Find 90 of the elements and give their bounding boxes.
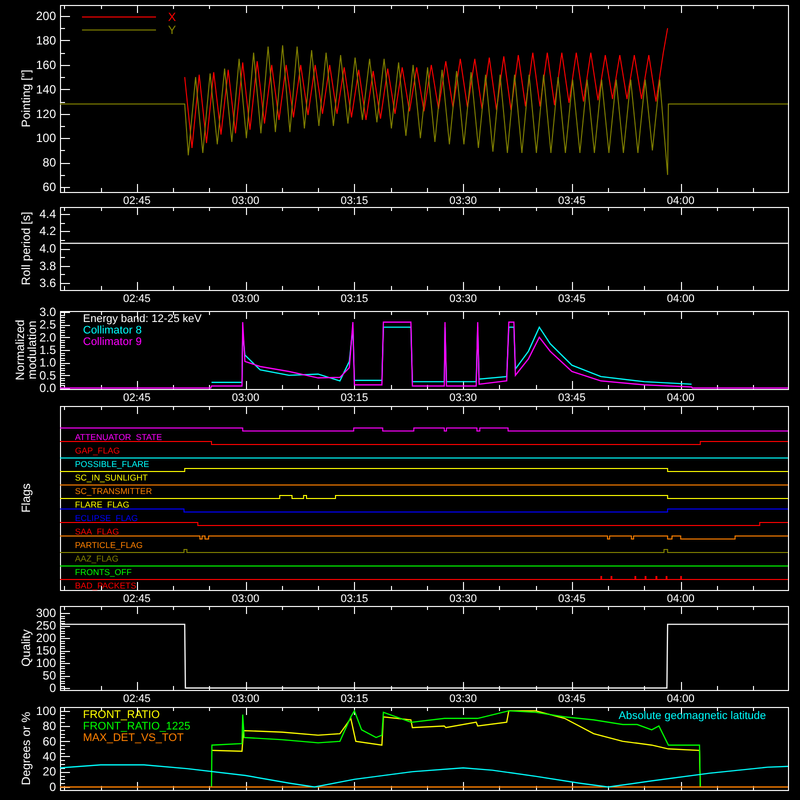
- tick-label: 04:00: [666, 593, 694, 605]
- tick-label: 03:00: [232, 392, 260, 404]
- legend-label: FRONT_RATIO_1225: [83, 720, 190, 732]
- tick-label: 03:15: [340, 693, 368, 705]
- axis-title: Degrees or %: [19, 712, 33, 786]
- legend-label: X: [168, 10, 176, 24]
- legend-label: MAX_DET_VS_TOT: [83, 732, 184, 744]
- tick-label: 04:00: [666, 293, 694, 305]
- tick-label: 03:15: [340, 392, 368, 404]
- tick-label: 03:30: [449, 593, 477, 605]
- tick-label: 60: [42, 180, 56, 194]
- tick-label: 03:45: [558, 593, 586, 605]
- flag-label: SC_TRANSMITTER: [75, 486, 152, 496]
- axis-title: Roll period [s]: [19, 212, 33, 286]
- tick-label: 0.5: [39, 368, 56, 382]
- tick-label: 4.4: [39, 206, 56, 221]
- tick-label: 20: [42, 764, 56, 779]
- tick-label: 4.0: [39, 242, 56, 256]
- tick-label: 03:30: [449, 392, 477, 404]
- tick-label: 1.0: [39, 356, 56, 370]
- tick-label: 180: [36, 33, 56, 48]
- flag-label: ECLIPSE_FLAG: [75, 513, 138, 523]
- legend-note: Energy band: 12-25 keV: [83, 313, 202, 325]
- tick-label: 3.6: [39, 276, 56, 290]
- flag-label: FRONTS_OFF: [75, 567, 132, 577]
- tick-label: 40: [42, 750, 56, 764]
- tick-label: 03:15: [340, 195, 368, 207]
- tick-label: 04:00: [666, 693, 694, 705]
- tick-label: 140: [36, 82, 56, 96]
- legend-label: Collimator 9: [83, 336, 142, 348]
- flag-label: SC_IN_SUNLIGHT: [75, 472, 148, 482]
- legend-label: Collimator 8: [83, 324, 142, 336]
- tick-label: 03:15: [340, 293, 368, 305]
- flag-label: ATTENUATOR_STATE: [75, 432, 162, 442]
- tick-label: 1.5: [39, 343, 56, 357]
- tick-label: 100: [36, 131, 56, 146]
- tick-label: 2.0: [39, 330, 56, 344]
- tick-label: 2.5: [39, 318, 56, 332]
- tick-label: 160: [36, 58, 56, 72]
- tick-label: 03:45: [558, 392, 586, 404]
- tick-label: 02:45: [123, 693, 151, 705]
- flag-label: SAA_FLAG: [75, 526, 119, 536]
- tick-label: 02:45: [123, 293, 151, 305]
- tick-label: 0: [49, 780, 56, 794]
- flag-label: AAZ_FLAG: [75, 554, 118, 564]
- tick-label: 02:45: [123, 392, 151, 404]
- tick-label: 03:45: [558, 293, 586, 305]
- tick-label: 03:30: [449, 195, 477, 207]
- tick-label: 04:00: [666, 195, 694, 207]
- tick-label: 03:15: [340, 593, 368, 605]
- tick-label: 03:00: [232, 293, 260, 305]
- tick-label: 100: [36, 704, 56, 718]
- tick-label: 03:00: [232, 195, 260, 207]
- tick-label: 200: [36, 9, 56, 23]
- tick-label: 150: [36, 644, 56, 658]
- tick-label: 03:00: [232, 693, 260, 705]
- legend-label: Absolute geomagnetic latitude: [618, 710, 766, 722]
- tick-label: 02:45: [123, 195, 151, 207]
- tick-label: 03:45: [558, 195, 586, 207]
- legend-label: Y: [168, 23, 176, 37]
- tick-label: 4.2: [39, 224, 56, 238]
- flag-label: PARTICLE_FLAG: [75, 540, 143, 550]
- tick-label: 0: [49, 681, 56, 695]
- flag-label: FLARE_FLAG: [75, 500, 130, 510]
- flag-label: BAD_PACKETS: [75, 580, 136, 590]
- tick-label: 80: [42, 719, 56, 734]
- tick-label: 03:00: [232, 593, 260, 605]
- legend-label: FRONT_RATIO: [83, 709, 160, 721]
- tick-label: 3.0: [39, 305, 56, 320]
- tick-label: 0.0: [39, 380, 56, 395]
- tick-label: 250: [36, 618, 56, 632]
- flag-label: GAP_FLAG: [75, 446, 120, 456]
- tick-label: 50: [42, 668, 56, 682]
- tick-label: 03:30: [449, 293, 477, 305]
- axis-title: Flags: [19, 483, 33, 513]
- tick-label: 3.8: [39, 258, 56, 273]
- flag-label: POSSIBLE_FLARE: [75, 459, 150, 469]
- tick-label: 04:00: [666, 392, 694, 404]
- tick-label: 100: [36, 656, 56, 670]
- tick-label: 02:45: [123, 593, 151, 605]
- tick-label: 200: [36, 631, 56, 645]
- axis-title: Normalized modulation: [13, 320, 39, 380]
- tick-label: 120: [36, 106, 56, 121]
- axis-title: Pointing ["]: [19, 70, 33, 128]
- tick-label: 300: [36, 606, 56, 620]
- tick-label: 03:45: [558, 693, 586, 705]
- tick-label: 60: [42, 734, 56, 748]
- axis-title: Quality: [19, 629, 33, 667]
- tick-label: 03:30: [449, 693, 477, 705]
- tick-label: 80: [42, 156, 56, 170]
